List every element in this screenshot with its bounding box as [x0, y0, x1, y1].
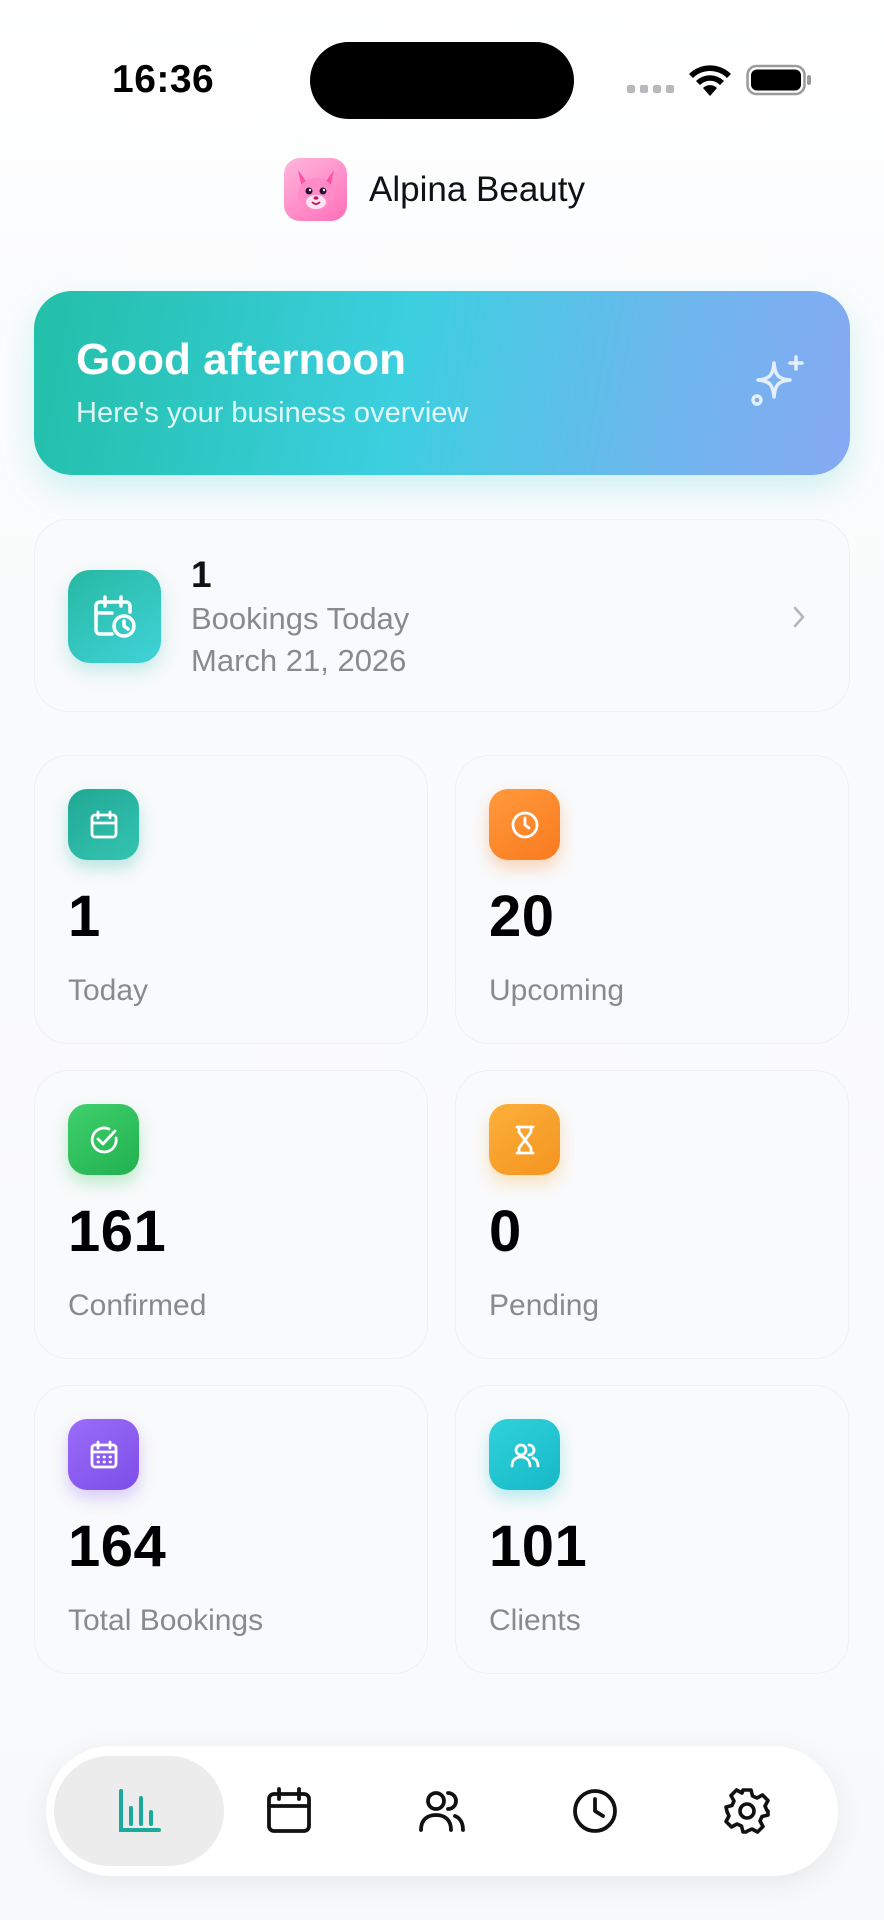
- stat-label: Upcoming: [489, 974, 625, 1007]
- stat-value: 0: [489, 1199, 522, 1264]
- bottom-tab-bar: [46, 1746, 838, 1876]
- wifi-icon: [689, 65, 731, 96]
- bar-chart-icon: [119, 1789, 161, 1832]
- sparkle-icon: [751, 355, 804, 406]
- stat-label: Today: [68, 974, 149, 1007]
- stat-value: 164: [68, 1514, 167, 1579]
- calendar-icon: [267, 1787, 311, 1833]
- stat-label: Pending: [489, 1289, 600, 1322]
- app-name: Alpina Beauty: [369, 169, 585, 209]
- battery-icon: [746, 64, 811, 96]
- check-circle-icon: [68, 1104, 139, 1175]
- fox-mascot-icon: [284, 158, 347, 221]
- greeting-subtitle: Here's your business overview: [76, 397, 469, 429]
- bookings-today-count: 1: [191, 554, 212, 595]
- stat-value: 1: [68, 884, 101, 949]
- stat-card-total-bookings[interactable]: 164 Total Bookings: [34, 1385, 428, 1674]
- stat-label: Confirmed: [68, 1289, 207, 1322]
- stat-card-upcoming[interactable]: 20 Upcoming: [455, 755, 849, 1044]
- stat-card-today[interactable]: 1 Today: [34, 755, 428, 1044]
- bookings-today-card[interactable]: 1 Bookings Today March 21, 2026: [34, 519, 850, 712]
- stat-label: Clients: [489, 1604, 581, 1637]
- bookings-today-label: Bookings Today: [191, 601, 410, 636]
- stat-card-pending[interactable]: 0 Pending: [455, 1070, 849, 1359]
- greeting-title: Good afternoon: [76, 335, 406, 384]
- dynamic-island: [310, 42, 574, 119]
- stat-value: 20: [489, 884, 555, 949]
- clock-icon: [573, 1789, 617, 1833]
- stat-card-confirmed[interactable]: 161 Confirmed: [34, 1070, 428, 1359]
- users-icon: [419, 1791, 465, 1832]
- calendar-icon: [68, 789, 139, 860]
- bookings-today-date: March 21, 2026: [191, 643, 407, 678]
- stat-label: Total Bookings: [68, 1604, 264, 1637]
- greeting-banner: Good afternoon Here's your business over…: [34, 291, 850, 475]
- users-icon: [489, 1419, 560, 1490]
- chevron-right-icon: [793, 606, 805, 628]
- screen: 16:36 Alpina Beauty Good afternoon Here'…: [0, 0, 884, 1920]
- clock-icon: [489, 789, 560, 860]
- stat-value: 161: [68, 1199, 167, 1264]
- app-header: Alpina Beauty: [284, 158, 585, 221]
- status-time: 16:36: [112, 58, 215, 101]
- calendar-clock-icon: [68, 570, 161, 663]
- tab-settings[interactable]: [662, 1756, 832, 1866]
- tab-dashboard[interactable]: [54, 1756, 224, 1866]
- gear-icon: [724, 1788, 770, 1834]
- cellular-signal-icon: [627, 85, 674, 93]
- stat-value: 101: [489, 1514, 588, 1579]
- calendar-grid-icon: [68, 1419, 139, 1490]
- tab-calendar[interactable]: [204, 1756, 374, 1866]
- tab-history[interactable]: [510, 1756, 680, 1866]
- hourglass-icon: [489, 1104, 560, 1175]
- tab-clients[interactable]: [357, 1756, 527, 1866]
- stat-card-clients[interactable]: 101 Clients: [455, 1385, 849, 1674]
